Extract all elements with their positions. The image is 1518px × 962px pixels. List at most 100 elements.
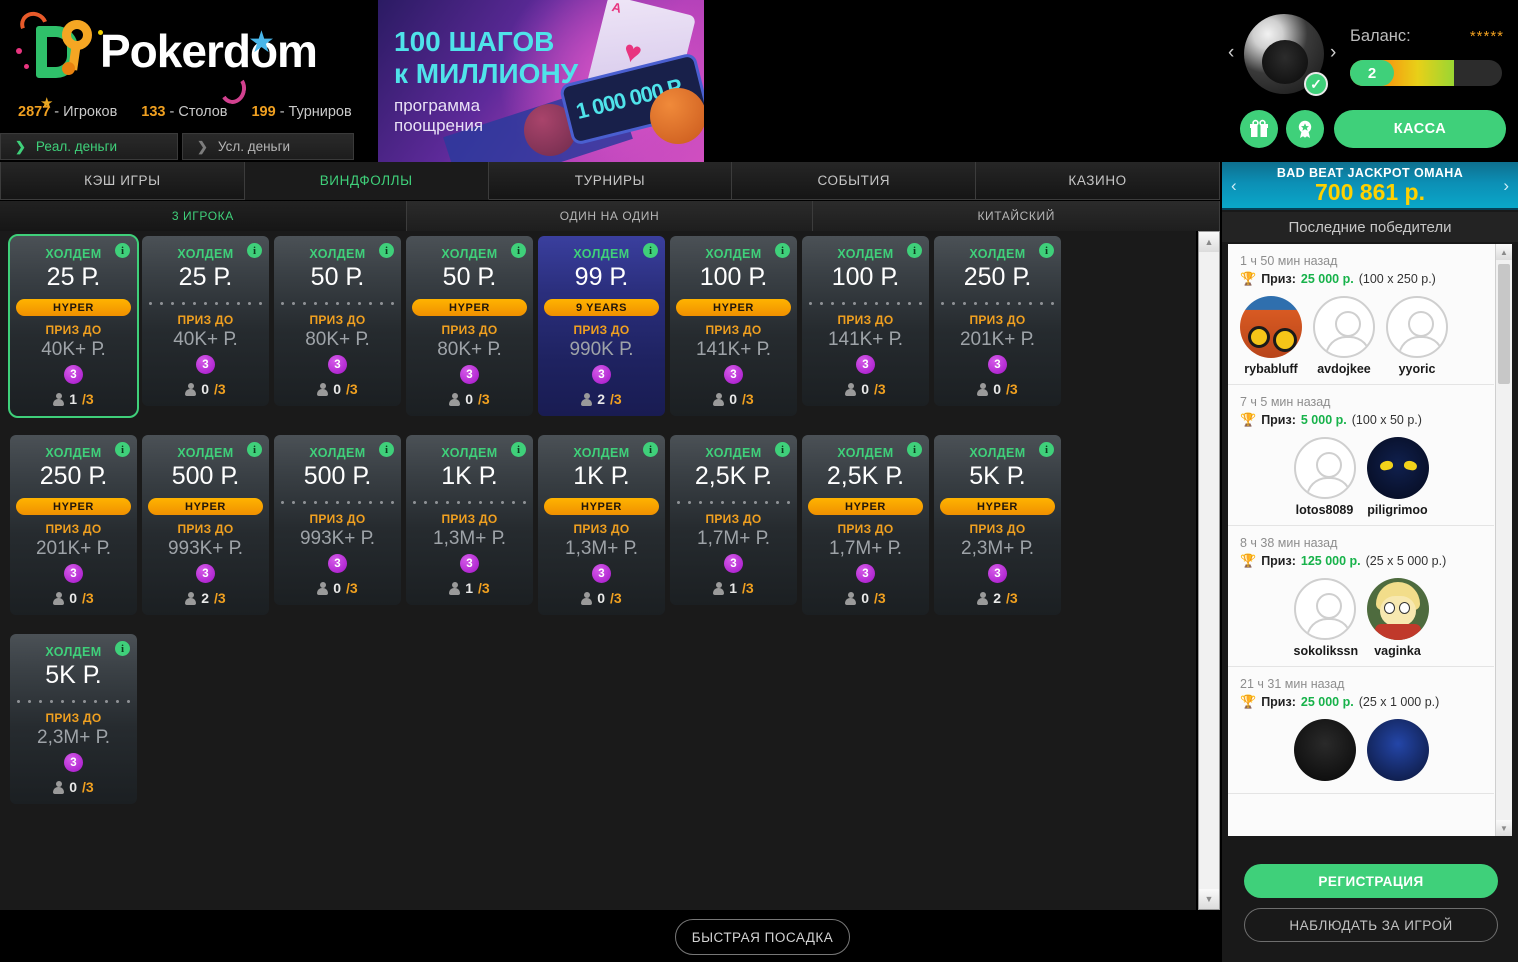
- table-card[interactable]: i ХОЛДЕМ 50 Р. HYPER ПРИЗ ДО 80K+ Р. 3 0/3: [406, 236, 533, 416]
- info-icon[interactable]: i: [1039, 442, 1054, 457]
- watch-game-button[interactable]: НАБЛЮДАТЬ ЗА ИГРОЙ: [1244, 908, 1498, 942]
- table-card[interactable]: i ХОЛДЕМ 2,5K Р. ПРИЗ ДО 1,7M+ Р. 3 1/3: [670, 435, 797, 605]
- banner-headline-2: к МИЛЛИОНУ: [394, 58, 579, 89]
- table-card[interactable]: i ХОЛДЕМ 1K Р. ПРИЗ ДО 1,3M+ Р. 3 1/3: [406, 435, 533, 605]
- table-card[interactable]: i ХОЛДЕМ 500 Р. HYPER ПРИЗ ДО 993K+ Р. 3 2/3: [142, 435, 269, 615]
- tab-events[interactable]: СОБЫТИЯ: [732, 162, 977, 200]
- award-icon[interactable]: [1286, 110, 1324, 148]
- player-icon: [317, 382, 329, 396]
- winner-time: 8 ч 38 мин назад: [1240, 536, 1338, 550]
- table-card[interactable]: i ХОЛДЕМ 5K Р. ПРИЗ ДО 2,3M+ Р. 3 0/3: [10, 634, 137, 804]
- table-prize-label: ПРИЗ ДО: [705, 512, 762, 526]
- players-current: 1: [729, 580, 738, 596]
- info-icon[interactable]: i: [643, 442, 658, 457]
- tab-windfalls[interactable]: ВИНДФОЛЛЫ: [244, 162, 489, 200]
- info-icon[interactable]: i: [115, 442, 130, 457]
- winners-list-inner: 1 ч 50 мин назад 🏆 Приз: 25 000 p. (100 x 25…: [1228, 244, 1494, 794]
- tab-play-money[interactable]: ❯ Усл. деньги: [182, 133, 354, 160]
- scroll-up-icon[interactable]: ▲: [1199, 232, 1219, 252]
- winner-player: avdojkee: [1313, 296, 1375, 376]
- table-card[interactable]: i ХОЛДЕМ 100 Р. HYPER ПРИЗ ДО 141K+ Р. 3 0/3: [670, 236, 797, 416]
- players-current: 0: [201, 381, 210, 397]
- table-card[interactable]: i ХОЛДЕМ 250 Р. HYPER ПРИЗ ДО 201K+ Р. 3 0/3: [10, 435, 137, 615]
- info-icon[interactable]: i: [907, 243, 922, 258]
- avatar[interactable]: ✓: [1244, 14, 1328, 96]
- table-card[interactable]: i ХОЛДЕМ 25 Р. ПРИЗ ДО 40K+ Р. 3 0/3: [142, 236, 269, 406]
- players-max: /3: [1006, 590, 1018, 606]
- table-card[interactable]: i ХОЛДЕМ 5K Р. HYPER ПРИЗ ДО 2,3M+ Р. 3 2/3: [934, 435, 1061, 615]
- jackpot-prev-icon[interactable]: ‹: [1231, 176, 1237, 196]
- scroll-down-icon[interactable]: ▼: [1199, 889, 1219, 909]
- prize-multiplier: (100 x 250 p.): [1358, 272, 1436, 286]
- winner-name: lotos8089: [1295, 503, 1354, 517]
- prev-avatar-button[interactable]: ‹: [1228, 42, 1234, 64]
- gift-icon[interactable]: [1240, 110, 1278, 148]
- grid-scrollbar[interactable]: ▲ ▼: [1198, 231, 1220, 910]
- info-icon[interactable]: i: [115, 641, 130, 656]
- table-stake: 1K Р.: [441, 462, 498, 490]
- jackpot-next-icon[interactable]: ›: [1503, 176, 1509, 196]
- tab-tournaments[interactable]: ТУРНИРЫ: [488, 162, 733, 200]
- info-icon[interactable]: i: [247, 442, 262, 457]
- avatar: [1293, 578, 1356, 640]
- register-button[interactable]: РЕГИСТРАЦИЯ: [1244, 864, 1498, 898]
- winner-player: [1366, 719, 1429, 785]
- table-card[interactable]: i ХОЛДЕМ 1K Р. HYPER ПРИЗ ДО 1,3M+ Р. 3 0/3: [538, 435, 665, 615]
- table-card[interactable]: i ХОЛДЕМ 25 Р. HYPER ПРИЗ ДО 40K+ Р. 3 1/3: [8, 234, 139, 418]
- table-player-count: 0/3: [538, 590, 665, 615]
- table-stake: 100 Р.: [831, 263, 900, 291]
- chevron-right-icon: ❯: [15, 138, 26, 154]
- table-card[interactable]: i ХОЛДЕМ 250 Р. ПРИЗ ДО 201K+ Р. 3 0/3: [934, 236, 1061, 406]
- scrollbar-thumb[interactable]: [1498, 264, 1510, 384]
- subtab-heads-up[interactable]: ОДИН НА ОДИН: [406, 201, 814, 231]
- table-card[interactable]: i ХОЛДЕМ 50 Р. ПРИЗ ДО 80K+ Р. 3 0/3: [274, 236, 401, 406]
- player-icon: [713, 581, 725, 595]
- info-icon[interactable]: i: [115, 243, 130, 258]
- table-prize-amount: 201K+ Р.: [959, 329, 1036, 350]
- player-icon: [53, 780, 65, 794]
- tab-cash-games[interactable]: КЭШ ИГРЫ: [0, 162, 245, 200]
- logo[interactable]: ★ Pokerdom ★: [15, 7, 318, 111]
- info-icon[interactable]: i: [1039, 243, 1054, 258]
- table-card[interactable]: i ХОЛДЕМ 2,5K Р. HYPER ПРИЗ ДО 1,7M+ Р. 3 0/3: [802, 435, 929, 615]
- table-card[interactable]: i ХОЛДЕМ 99 Р. 9 YEARS ПРИЗ ДО 990K Р. 3 2/3: [538, 236, 665, 416]
- info-icon[interactable]: i: [907, 442, 922, 457]
- player-icon: [581, 392, 593, 406]
- info-icon[interactable]: i: [379, 442, 394, 457]
- players-max: /3: [874, 590, 886, 606]
- cashier-button[interactable]: КАССА: [1334, 110, 1506, 148]
- players-max: /3: [478, 580, 490, 596]
- winners-list[interactable]: 1 ч 50 мин назад 🏆 Приз: 25 000 p. (100 x 25…: [1228, 244, 1512, 836]
- tab-real-money[interactable]: ❯ Реал. деньги: [0, 133, 178, 160]
- scroll-down-icon[interactable]: ▼: [1496, 820, 1512, 836]
- winner-avatars: [1240, 719, 1482, 785]
- avatar: [1293, 719, 1356, 781]
- table-card[interactable]: i ХОЛДЕМ 100 Р. ПРИЗ ДО 141K+ Р. 3 0/3: [802, 236, 929, 406]
- scroll-up-icon[interactable]: ▲: [1496, 244, 1512, 260]
- next-avatar-button[interactable]: ›: [1330, 42, 1336, 64]
- winner-entry: 8 ч 38 мин назад 🏆 Приз: 125 000 p. (25 x 5 …: [1228, 526, 1494, 667]
- promo-banner[interactable]: A ♥ 1 000 000 Р 100 ШАГОВ к МИЛЛИОНУ про…: [378, 0, 704, 163]
- jackpot-banner[interactable]: ‹ BAD BEAT JACKPOT ОМАНА 700 861 p. ›: [1222, 162, 1518, 210]
- star-icon: ★: [248, 26, 275, 59]
- table-player-count: 1/3: [10, 391, 137, 416]
- info-icon[interactable]: i: [379, 243, 394, 258]
- info-icon[interactable]: i: [247, 243, 262, 258]
- winners-scrollbar[interactable]: ▲ ▼: [1495, 244, 1512, 836]
- stat-tables: 133 - Столов: [141, 104, 228, 120]
- winner-avatars: sokolikssn vaginka: [1240, 578, 1482, 658]
- subtab-3-players[interactable]: 3 ИГРОКА: [0, 201, 407, 231]
- table-prize-label: ПРИЗ ДО: [45, 323, 102, 337]
- table-player-count: 0/3: [670, 391, 797, 416]
- info-icon[interactable]: i: [511, 442, 526, 457]
- table-separator: [410, 501, 529, 504]
- info-icon[interactable]: i: [775, 243, 790, 258]
- fast-seat-button[interactable]: БЫСТРАЯ ПОСАДКА: [675, 919, 850, 955]
- tab-casino[interactable]: КАЗИНО: [976, 162, 1220, 200]
- subtab-chinese[interactable]: КИТАЙСКИЙ: [813, 201, 1221, 231]
- info-icon[interactable]: i: [511, 243, 526, 258]
- table-card[interactable]: i ХОЛДЕМ 500 Р. ПРИЗ ДО 993K+ Р. 3 0/3: [274, 435, 401, 605]
- info-icon[interactable]: i: [775, 442, 790, 457]
- info-icon[interactable]: i: [643, 243, 658, 258]
- pokerdom-logo-icon: ★: [15, 7, 103, 111]
